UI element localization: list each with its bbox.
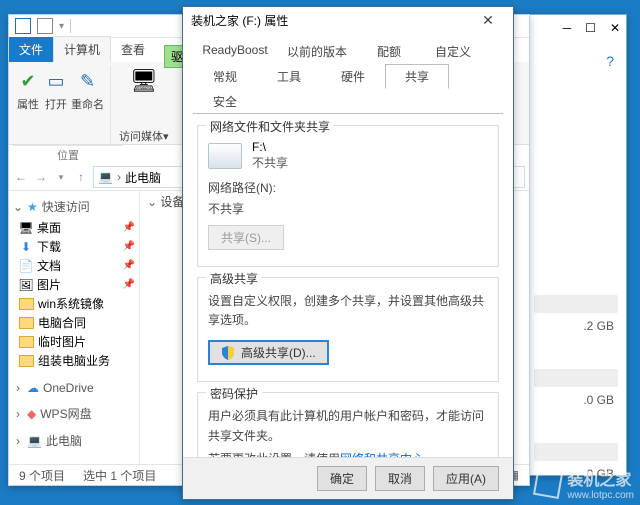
maximize-button[interactable]: ☐ [585, 21, 596, 35]
tab-hardware[interactable]: 硬件 [321, 64, 385, 89]
properties-dialog: 装机之家 (F:) 属性 ✕ ReadyBoost 以前的版本 配额 自定义 常… [182, 6, 514, 500]
storage-bar [534, 295, 618, 313]
apply-button[interactable]: 应用(A) [433, 466, 499, 491]
nav-up-icon[interactable]: ↑ [73, 170, 89, 184]
tab-file[interactable]: 文件 [9, 37, 53, 62]
tab-computer[interactable]: 计算机 [53, 36, 111, 62]
netpath-label: 网络路径(N): [208, 179, 488, 196]
storage-label: .2 GB [534, 319, 618, 333]
dialog-title: 装机之家 (F:) 属性 [191, 12, 288, 29]
group-legend: 密码保护 [206, 385, 262, 402]
tab-readyboost[interactable]: ReadyBoost [193, 39, 277, 64]
qat-button[interactable] [37, 18, 53, 34]
storage-bar [534, 369, 618, 387]
star-icon [533, 468, 563, 498]
cancel-button[interactable]: 取消 [375, 466, 425, 491]
tab-customize[interactable]: 自定义 [421, 39, 485, 64]
qat-overflow[interactable]: ▾ [59, 21, 64, 32]
dialog-body: 网络文件和文件夹共享 F:\ 不共享 网络路径(N): 不共享 共享(S)...… [183, 115, 513, 494]
properties-icon[interactable]: ✔ [15, 68, 41, 94]
ok-button[interactable]: 确定 [317, 466, 367, 491]
tree-item-desktop[interactable]: 🖥桌面📌 [9, 218, 139, 237]
tab-sharing[interactable]: 共享 [385, 64, 449, 89]
tree-onedrive[interactable]: ›☁OneDrive [9, 378, 139, 398]
storage-label: .0 GB [534, 393, 618, 407]
tree-item-documents[interactable]: 📄文档📌 [9, 256, 139, 275]
access-media-icon[interactable]: 🖥 [131, 68, 157, 94]
group-network-sharing: 网络文件和文件夹共享 F:\ 不共享 网络路径(N): 不共享 共享(S)... [197, 125, 499, 267]
netpath-value: 不共享 [208, 200, 488, 217]
content-header: 设备 [160, 195, 184, 209]
explorer-window-background: ─ ☐ ✕ ? .2 GB .0 GB .0 GB [525, 14, 627, 476]
ribbon-open[interactable]: 打开 [45, 96, 67, 112]
minimize-button[interactable]: ─ [563, 21, 572, 35]
nav-back-icon[interactable]: ← [13, 170, 29, 184]
nav-forward-icon[interactable]: → [33, 170, 49, 184]
group-legend: 高级共享 [206, 270, 262, 287]
tree-item-folder[interactable]: 组装电脑业务 [9, 351, 139, 370]
tree-item-downloads[interactable]: ⬇下载📌 [9, 237, 139, 256]
advanced-sharing-label: 高级共享(D)... [241, 344, 316, 361]
advanced-desc: 设置自定义权限，创建多个共享，并设置其他高级共享选项。 [208, 292, 488, 330]
shield-icon [221, 346, 235, 360]
rename-icon[interactable]: ✎ [75, 68, 101, 94]
system-menu-icon[interactable] [15, 18, 31, 34]
pwd-line1: 用户必须具有此计算机的用户帐户和密码，才能访问共享文件夹。 [208, 407, 488, 445]
nav-tree: ⌄★快速访问 🖥桌面📌 ⬇下载📌 📄文档📌 🖼图片📌 win系统镜像 电脑合同 … [9, 191, 140, 471]
ribbon-properties[interactable]: 属性 [17, 96, 39, 112]
dialog-titlebar[interactable]: 装机之家 (F:) 属性 ✕ [183, 7, 513, 33]
advanced-sharing-button[interactable]: 高级共享(D)... [208, 340, 329, 365]
close-button[interactable]: ✕ [471, 12, 505, 29]
storage-bar [534, 443, 618, 461]
ribbon-rename[interactable]: 重命名 [71, 96, 104, 112]
dialog-buttons: 确定 取消 应用(A) [183, 457, 513, 499]
ribbon-media[interactable]: 访问媒体 [119, 131, 163, 143]
tree-this-pc[interactable]: ›💻此电脑 [9, 429, 139, 452]
chevron-down-icon[interactable]: ▾ [163, 131, 169, 143]
open-icon[interactable]: ▭ [43, 68, 69, 94]
watermark-url: www.lotpc.com [567, 490, 634, 501]
share-button: 共享(S)... [208, 225, 284, 250]
tree-wps[interactable]: ›◆WPS网盘 [9, 402, 139, 425]
dialog-tabs: ReadyBoost 以前的版本 配额 自定义 常规 工具 硬件 共享 安全 [183, 33, 513, 114]
tab-view[interactable]: 查看 [111, 37, 155, 62]
tab-previous-versions[interactable]: 以前的版本 [277, 39, 357, 64]
tree-item-folder[interactable]: win系统镜像 [9, 294, 139, 313]
nav-history-icon[interactable]: ▾ [53, 172, 69, 183]
tab-security[interactable]: 安全 [193, 89, 257, 114]
ribbon-group-label: 位置 [13, 145, 123, 164]
status-selected: 选中 1 个项目 [83, 467, 156, 484]
help-icon[interactable]: ? [534, 53, 614, 69]
drive-icon [208, 143, 242, 169]
group-advanced-sharing: 高级共享 设置自定义权限，创建多个共享，并设置其他高级共享选项。 高级共享(D)… [197, 277, 499, 382]
watermark: 装机之家 www.lotpc.com [535, 466, 634, 501]
share-state: 不共享 [252, 154, 288, 171]
tree-item-folder[interactable]: 临时图片 [9, 332, 139, 351]
status-count: 9 个项目 [19, 467, 65, 484]
watermark-text: 装机之家 [567, 466, 634, 490]
close-button[interactable]: ✕ [610, 21, 620, 35]
group-legend: 网络文件和文件夹共享 [206, 118, 334, 135]
tree-quick-access[interactable]: ⌄★快速访问 [9, 195, 139, 218]
breadcrumb[interactable]: 此电脑 [125, 169, 161, 186]
tree-item-pictures[interactable]: 🖼图片📌 [9, 275, 139, 294]
tab-tools[interactable]: 工具 [257, 64, 321, 89]
tab-quota[interactable]: 配额 [357, 39, 421, 64]
tree-item-folder[interactable]: 电脑合同 [9, 313, 139, 332]
pc-icon: 💻 [98, 170, 113, 184]
drive-label: F:\ [252, 140, 288, 154]
tab-general[interactable]: 常规 [193, 64, 257, 89]
